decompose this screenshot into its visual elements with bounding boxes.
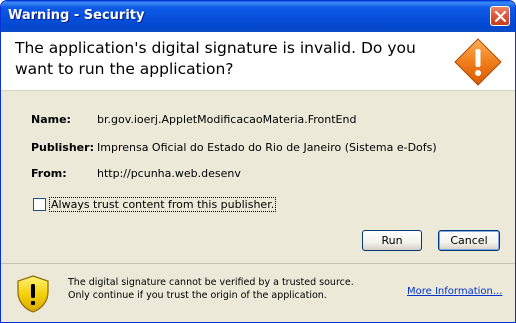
name-value: br.gov.ioerj.AppletModificacaoMateria.Fr… (97, 113, 357, 126)
warning-diamond-icon (454, 38, 502, 86)
name-label: Name: (31, 113, 71, 126)
dialog-header: The application's digital signature is i… (1, 32, 515, 91)
dialog-footer: The digital signature cannot be verified… (1, 264, 515, 322)
publisher-label: Publisher: (31, 141, 94, 154)
from-value: http://pcunha.web.desenv (97, 167, 241, 180)
shield-warning-icon (17, 275, 49, 313)
from-label: From: (31, 167, 67, 180)
publisher-value: Imprensa Oficial do Estado do Rio de Jan… (97, 141, 437, 154)
close-button[interactable] (490, 6, 510, 26)
run-button[interactable]: Run (362, 230, 422, 251)
title-bar[interactable]: Warning - Security (1, 1, 515, 32)
headline-text: The application's digital signature is i… (15, 39, 416, 78)
cancel-button[interactable]: Cancel (438, 230, 500, 251)
security-warning-dialog: Warning - Security The application's dig… (0, 0, 516, 323)
footer-message: The digital signature cannot be verified… (68, 277, 354, 301)
always-trust-checkbox[interactable] (33, 198, 46, 211)
window-title: Warning - Security (8, 8, 145, 23)
close-icon (495, 11, 506, 22)
always-trust-label[interactable]: Always trust content from this publisher… (49, 197, 277, 212)
more-information-link[interactable]: More Information... (407, 286, 502, 297)
